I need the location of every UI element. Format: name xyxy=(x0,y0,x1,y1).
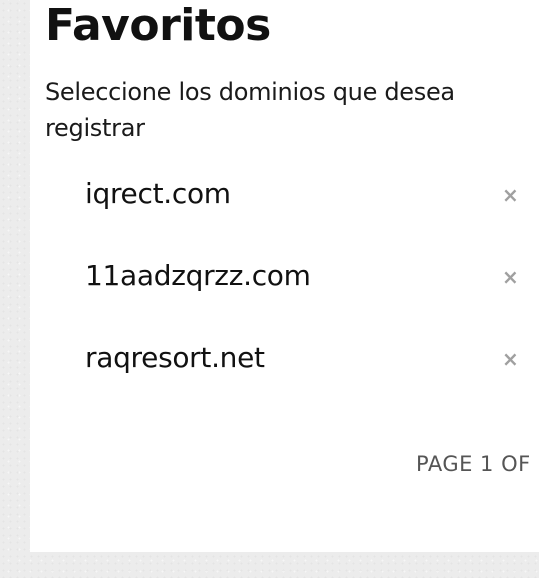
remove-icon[interactable]: × xyxy=(502,349,519,369)
page-title: Favoritos xyxy=(45,0,271,51)
pagination-label: PAGE 1 OF xyxy=(416,452,531,476)
list-item[interactable]: 11aadzqrzz.com × xyxy=(85,254,539,336)
list-item[interactable]: iqrect.com × xyxy=(85,172,539,254)
domain-name[interactable]: raqresort.net xyxy=(85,336,265,380)
remove-icon[interactable]: × xyxy=(502,267,519,287)
list-item[interactable]: raqresort.net × xyxy=(85,336,539,418)
favorites-panel: Favoritos Seleccione los dominios que de… xyxy=(30,0,539,552)
remove-icon[interactable]: × xyxy=(502,185,519,205)
domain-name[interactable]: iqrect.com xyxy=(85,172,231,216)
domain-list: iqrect.com × 11aadzqrzz.com × raqresort.… xyxy=(85,172,539,418)
instructions-text: Seleccione los dominios que desea regist… xyxy=(45,78,455,142)
domain-name[interactable]: 11aadzqrzz.com xyxy=(85,254,311,298)
